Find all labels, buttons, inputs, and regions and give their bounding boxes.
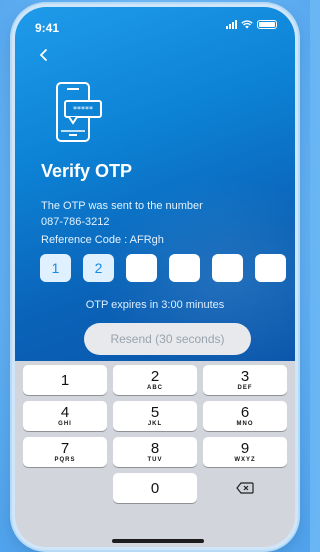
message-line: The OTP was sent to the number xyxy=(41,200,203,212)
key-letters: WXYZ xyxy=(234,456,256,463)
wifi-icon xyxy=(241,20,253,29)
key-digit: 0 xyxy=(150,479,160,497)
key-1[interactable]: 1 xyxy=(23,365,107,395)
key-letters: ABC xyxy=(147,384,163,391)
otp-digit-box[interactable] xyxy=(169,254,200,282)
phone-frame: 9:41 ***** Verify OTP The OTP was sent t… xyxy=(12,4,298,550)
status-icons xyxy=(226,20,277,29)
key-digit: 2 xyxy=(150,367,160,385)
otp-digit-box[interactable]: 2 xyxy=(83,254,114,282)
home-indicator xyxy=(112,539,204,543)
key-letters: DEF xyxy=(237,384,253,391)
key-letters: PQRS xyxy=(54,456,76,463)
key-digit: 3 xyxy=(240,367,250,385)
back-button[interactable] xyxy=(39,47,59,67)
otp-sent-message: The OTP was sent to the number 087-786-3… xyxy=(41,198,203,230)
page-title: Verify OTP xyxy=(41,161,133,181)
otp-digit-box[interactable]: 1 xyxy=(40,254,71,282)
key-digit: 7 xyxy=(60,439,70,457)
key-5[interactable]: 5 JKL xyxy=(113,401,197,431)
key-9[interactable]: 9 WXYZ xyxy=(203,437,287,467)
key-empty xyxy=(23,473,107,503)
otp-digit-box[interactable] xyxy=(212,254,243,282)
key-8[interactable]: 8 TUV xyxy=(113,437,197,467)
signal-icon xyxy=(226,20,237,29)
status-bar: 9:41 xyxy=(15,7,295,41)
key-digit: 4 xyxy=(60,403,70,421)
key-letters: JKL xyxy=(147,420,163,427)
resend-button[interactable]: Resend (30 seconds) xyxy=(84,323,251,355)
otp-digit-box[interactable] xyxy=(255,254,286,282)
otp-input-row: 1 2 xyxy=(40,254,286,282)
otp-expiry-text: OTP expires in 3:00 minutes xyxy=(85,299,225,311)
key-digit: 8 xyxy=(150,439,160,457)
key-0[interactable]: 0 xyxy=(113,473,197,503)
key-7[interactable]: 7 PQRS xyxy=(23,437,107,467)
key-letters: GHI xyxy=(58,420,72,427)
phone-password-icon: ***** xyxy=(56,82,102,142)
reference-code: Reference Code : AFRgh xyxy=(41,234,164,246)
key-digit: 1 xyxy=(60,371,70,389)
key-3[interactable]: 3 DEF xyxy=(203,365,287,395)
key-digit: 9 xyxy=(240,439,250,457)
key-letters: TUV xyxy=(147,456,163,463)
key-4[interactable]: 4 GHI xyxy=(23,401,107,431)
svg-text:*****: ***** xyxy=(73,105,93,114)
otp-digit-box[interactable] xyxy=(126,254,157,282)
battery-icon xyxy=(257,20,277,29)
phone-number: 087-786-3212 xyxy=(41,216,110,228)
key-2[interactable]: 2 ABC xyxy=(113,365,197,395)
keypad-grid: 1 2 ABC 3 DEF 4 GHI 5 JKL 6 MNO 7 PQRS 8… xyxy=(23,365,287,503)
key-digit: 5 xyxy=(150,403,160,421)
delete-key[interactable] xyxy=(203,473,287,503)
key-6[interactable]: 6 MNO xyxy=(203,401,287,431)
backspace-icon xyxy=(236,482,254,494)
numeric-keypad: 1 2 ABC 3 DEF 4 GHI 5 JKL 6 MNO 7 PQRS 8… xyxy=(15,361,295,547)
status-time: 9:41 xyxy=(35,21,60,35)
chevron-left-icon xyxy=(39,49,47,61)
key-letters: MNO xyxy=(236,420,254,427)
key-digit: 6 xyxy=(240,403,250,421)
